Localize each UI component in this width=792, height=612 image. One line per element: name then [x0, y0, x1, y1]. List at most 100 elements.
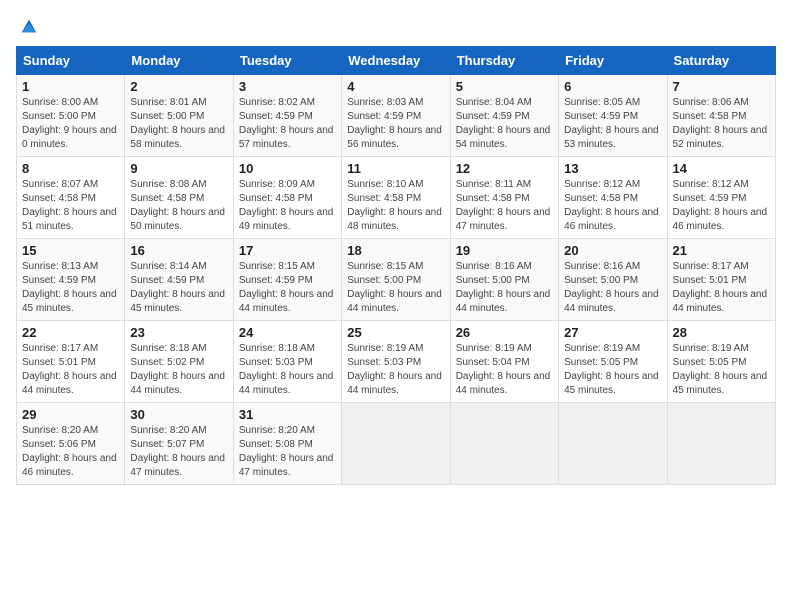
day-info: Sunrise: 8:15 AMSunset: 5:00 PMDaylight:… [347, 261, 442, 314]
calendar-cell: 5 Sunrise: 8:04 AMSunset: 4:59 PMDayligh… [450, 75, 558, 157]
calendar-cell: 25 Sunrise: 8:19 AMSunset: 5:03 PMDaylig… [342, 321, 450, 403]
day-info: Sunrise: 8:12 AMSunset: 4:58 PMDaylight:… [564, 179, 659, 232]
day-number: 16 [130, 243, 227, 258]
day-info: Sunrise: 8:07 AMSunset: 4:58 PMDaylight:… [22, 179, 117, 232]
day-number: 1 [22, 79, 119, 94]
day-number: 5 [456, 79, 553, 94]
day-info: Sunrise: 8:16 AMSunset: 5:00 PMDaylight:… [456, 261, 551, 314]
day-info: Sunrise: 8:17 AMSunset: 5:01 PMDaylight:… [673, 261, 768, 314]
day-info: Sunrise: 8:17 AMSunset: 5:01 PMDaylight:… [22, 343, 117, 396]
calendar-cell [559, 403, 667, 485]
calendar-cell: 31 Sunrise: 8:20 AMSunset: 5:08 PMDaylig… [233, 403, 341, 485]
day-number: 8 [22, 161, 119, 176]
day-info: Sunrise: 8:19 AMSunset: 5:05 PMDaylight:… [564, 343, 659, 396]
calendar-cell: 15 Sunrise: 8:13 AMSunset: 4:59 PMDaylig… [17, 239, 125, 321]
weekday-header-tuesday: Tuesday [233, 47, 341, 75]
calendar-cell: 27 Sunrise: 8:19 AMSunset: 5:05 PMDaylig… [559, 321, 667, 403]
day-info: Sunrise: 8:13 AMSunset: 4:59 PMDaylight:… [22, 261, 117, 314]
day-info: Sunrise: 8:02 AMSunset: 4:59 PMDaylight:… [239, 97, 334, 150]
day-info: Sunrise: 8:20 AMSunset: 5:07 PMDaylight:… [130, 425, 225, 478]
day-number: 22 [22, 325, 119, 340]
day-number: 27 [564, 325, 661, 340]
day-number: 28 [673, 325, 770, 340]
day-info: Sunrise: 8:09 AMSunset: 4:58 PMDaylight:… [239, 179, 334, 232]
day-number: 17 [239, 243, 336, 258]
weekday-header-sunday: Sunday [17, 47, 125, 75]
calendar-cell: 2 Sunrise: 8:01 AMSunset: 5:00 PMDayligh… [125, 75, 233, 157]
day-info: Sunrise: 8:01 AMSunset: 5:00 PMDaylight:… [130, 97, 225, 150]
day-info: Sunrise: 8:06 AMSunset: 4:58 PMDaylight:… [673, 97, 768, 150]
calendar-cell: 20 Sunrise: 8:16 AMSunset: 5:00 PMDaylig… [559, 239, 667, 321]
calendar-cell: 14 Sunrise: 8:12 AMSunset: 4:59 PMDaylig… [667, 157, 775, 239]
day-info: Sunrise: 8:08 AMSunset: 4:58 PMDaylight:… [130, 179, 225, 232]
logo-icon [18, 16, 40, 38]
day-number: 9 [130, 161, 227, 176]
calendar-cell: 22 Sunrise: 8:17 AMSunset: 5:01 PMDaylig… [17, 321, 125, 403]
day-number: 12 [456, 161, 553, 176]
calendar-cell: 19 Sunrise: 8:16 AMSunset: 5:00 PMDaylig… [450, 239, 558, 321]
day-number: 13 [564, 161, 661, 176]
day-info: Sunrise: 8:00 AMSunset: 5:00 PMDaylight:… [22, 97, 117, 150]
day-number: 21 [673, 243, 770, 258]
week-row-1: 1 Sunrise: 8:00 AMSunset: 5:00 PMDayligh… [17, 75, 776, 157]
calendar-cell: 16 Sunrise: 8:14 AMSunset: 4:59 PMDaylig… [125, 239, 233, 321]
calendar-cell: 26 Sunrise: 8:19 AMSunset: 5:04 PMDaylig… [450, 321, 558, 403]
weekday-header-monday: Monday [125, 47, 233, 75]
weekday-header-friday: Friday [559, 47, 667, 75]
day-info: Sunrise: 8:19 AMSunset: 5:04 PMDaylight:… [456, 343, 551, 396]
calendar-cell: 23 Sunrise: 8:18 AMSunset: 5:02 PMDaylig… [125, 321, 233, 403]
day-info: Sunrise: 8:20 AMSunset: 5:08 PMDaylight:… [239, 425, 334, 478]
day-number: 26 [456, 325, 553, 340]
week-row-4: 22 Sunrise: 8:17 AMSunset: 5:01 PMDaylig… [17, 321, 776, 403]
calendar-cell: 24 Sunrise: 8:18 AMSunset: 5:03 PMDaylig… [233, 321, 341, 403]
calendar-cell: 4 Sunrise: 8:03 AMSunset: 4:59 PMDayligh… [342, 75, 450, 157]
calendar-cell: 28 Sunrise: 8:19 AMSunset: 5:05 PMDaylig… [667, 321, 775, 403]
day-number: 30 [130, 407, 227, 422]
day-info: Sunrise: 8:18 AMSunset: 5:02 PMDaylight:… [130, 343, 225, 396]
day-number: 20 [564, 243, 661, 258]
calendar-cell [667, 403, 775, 485]
day-number: 4 [347, 79, 444, 94]
day-number: 14 [673, 161, 770, 176]
calendar-cell: 3 Sunrise: 8:02 AMSunset: 4:59 PMDayligh… [233, 75, 341, 157]
day-info: Sunrise: 8:19 AMSunset: 5:03 PMDaylight:… [347, 343, 442, 396]
logo [16, 16, 40, 34]
day-number: 31 [239, 407, 336, 422]
calendar-cell: 17 Sunrise: 8:15 AMSunset: 4:59 PMDaylig… [233, 239, 341, 321]
day-number: 25 [347, 325, 444, 340]
day-info: Sunrise: 8:20 AMSunset: 5:06 PMDaylight:… [22, 425, 117, 478]
day-number: 7 [673, 79, 770, 94]
weekday-header-saturday: Saturday [667, 47, 775, 75]
calendar-cell: 29 Sunrise: 8:20 AMSunset: 5:06 PMDaylig… [17, 403, 125, 485]
day-info: Sunrise: 8:18 AMSunset: 5:03 PMDaylight:… [239, 343, 334, 396]
calendar-cell: 30 Sunrise: 8:20 AMSunset: 5:07 PMDaylig… [125, 403, 233, 485]
day-info: Sunrise: 8:10 AMSunset: 4:58 PMDaylight:… [347, 179, 442, 232]
calendar-cell [342, 403, 450, 485]
day-info: Sunrise: 8:05 AMSunset: 4:59 PMDaylight:… [564, 97, 659, 150]
week-row-2: 8 Sunrise: 8:07 AMSunset: 4:58 PMDayligh… [17, 157, 776, 239]
calendar-cell: 6 Sunrise: 8:05 AMSunset: 4:59 PMDayligh… [559, 75, 667, 157]
week-row-3: 15 Sunrise: 8:13 AMSunset: 4:59 PMDaylig… [17, 239, 776, 321]
weekday-header-row: SundayMondayTuesdayWednesdayThursdayFrid… [17, 47, 776, 75]
weekday-header-thursday: Thursday [450, 47, 558, 75]
day-number: 3 [239, 79, 336, 94]
day-number: 2 [130, 79, 227, 94]
calendar-cell: 7 Sunrise: 8:06 AMSunset: 4:58 PMDayligh… [667, 75, 775, 157]
day-number: 11 [347, 161, 444, 176]
day-info: Sunrise: 8:15 AMSunset: 4:59 PMDaylight:… [239, 261, 334, 314]
day-info: Sunrise: 8:14 AMSunset: 4:59 PMDaylight:… [130, 261, 225, 314]
calendar-cell: 18 Sunrise: 8:15 AMSunset: 5:00 PMDaylig… [342, 239, 450, 321]
calendar-cell: 11 Sunrise: 8:10 AMSunset: 4:58 PMDaylig… [342, 157, 450, 239]
day-info: Sunrise: 8:11 AMSunset: 4:58 PMDaylight:… [456, 179, 551, 232]
day-info: Sunrise: 8:03 AMSunset: 4:59 PMDaylight:… [347, 97, 442, 150]
calendar-cell: 8 Sunrise: 8:07 AMSunset: 4:58 PMDayligh… [17, 157, 125, 239]
day-info: Sunrise: 8:12 AMSunset: 4:59 PMDaylight:… [673, 179, 768, 232]
calendar-cell: 21 Sunrise: 8:17 AMSunset: 5:01 PMDaylig… [667, 239, 775, 321]
calendar-cell: 10 Sunrise: 8:09 AMSunset: 4:58 PMDaylig… [233, 157, 341, 239]
day-number: 24 [239, 325, 336, 340]
day-number: 29 [22, 407, 119, 422]
page-header [16, 16, 776, 34]
calendar-body: 1 Sunrise: 8:00 AMSunset: 5:00 PMDayligh… [17, 75, 776, 485]
day-number: 6 [564, 79, 661, 94]
calendar-cell: 9 Sunrise: 8:08 AMSunset: 4:58 PMDayligh… [125, 157, 233, 239]
